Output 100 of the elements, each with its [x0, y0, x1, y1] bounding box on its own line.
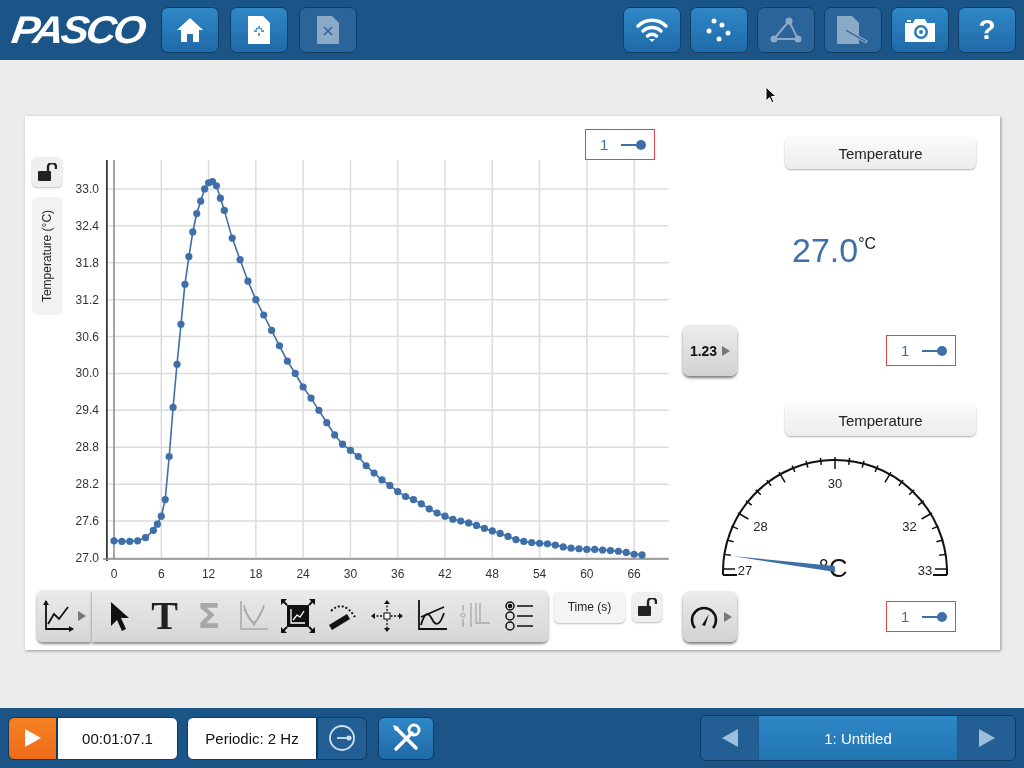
data-point: [216, 194, 224, 202]
toolbar-button[interactable]: ?: [958, 7, 1016, 53]
new-file-icon: [247, 15, 272, 45]
measurement-button[interactable]: Temperature: [785, 404, 976, 436]
data-point: [189, 228, 197, 236]
edit-file-icon: [836, 15, 870, 45]
data-point: [193, 209, 201, 218]
previous-page-button[interactable]: [701, 716, 758, 760]
data-point: [244, 277, 252, 285]
data-point: [181, 280, 189, 288]
data-point: [409, 495, 418, 504]
tools-button[interactable]: [378, 716, 434, 760]
y-tick-label: 29.4: [75, 403, 99, 418]
toolbar-button[interactable]: [891, 7, 949, 53]
x-tick-label: 54: [532, 567, 547, 581]
wrench-screwdriver-icon: [391, 723, 421, 753]
toolbar-button[interactable]: [690, 7, 748, 53]
x-tick-label: 60: [580, 567, 594, 581]
wifi-icon: [635, 17, 669, 43]
elapsed-time: 00:01:07.1: [57, 716, 178, 760]
x-tick-label: 24: [296, 567, 310, 581]
axis-lock-button[interactable]: [632, 592, 662, 622]
triangle-icon: [769, 16, 803, 44]
dots-icon: [705, 17, 733, 43]
line-marker-icon: [921, 610, 949, 623]
data-point: [177, 320, 185, 328]
toolbar-button[interactable]: [623, 7, 681, 53]
sampling-rate-button[interactable]: Periodic: 2 Hz: [187, 716, 317, 760]
data-point: [299, 383, 307, 391]
gauge-tick-label: 33: [917, 563, 933, 578]
data-point: [252, 296, 260, 304]
x-tick-label: 18: [249, 567, 263, 581]
legend-label: 1: [901, 608, 910, 625]
tool-button[interactable]: [278, 596, 317, 636]
sampling-options-button[interactable]: [317, 716, 367, 760]
data-point: [236, 256, 244, 264]
tool-button[interactable]: T: [145, 596, 184, 636]
display-type-button[interactable]: [683, 591, 737, 642]
line-marker-icon: [620, 138, 648, 151]
left-arrow-icon: [721, 729, 738, 747]
y-axis-button[interactable]: Temperature (°C): [32, 197, 62, 315]
x-tick-label: 6: [157, 567, 165, 581]
legend-label: 1: [901, 342, 910, 359]
y-tick-label: 28.2: [75, 477, 99, 492]
y-tick-label: 31.2: [75, 292, 99, 307]
data-point: [169, 403, 177, 411]
digits-value: 27.0: [792, 231, 859, 270]
y-tick-label: 27.0: [75, 551, 99, 565]
line-marker-icon: [921, 344, 949, 357]
y-tick-label: 27.6: [75, 514, 99, 529]
gauge-tick-label: 27: [737, 563, 753, 578]
x-axis-button[interactable]: Time (s): [554, 591, 625, 623]
cursor-icon: [765, 86, 777, 104]
scale-to-fit-icon: [280, 599, 315, 633]
x-tick-label: 42: [438, 567, 452, 581]
data-point: [228, 234, 236, 242]
caret-icon: [722, 345, 731, 356]
data-point: [197, 197, 205, 205]
data-point: [315, 406, 323, 414]
next-page-button[interactable]: [958, 716, 1015, 760]
logo: PASCO: [9, 10, 146, 50]
toolbar-button[interactable]: [161, 7, 220, 53]
legend-label: 1: [600, 136, 609, 153]
x-tick-label: 30: [343, 567, 358, 581]
legend-box[interactable]: 1: [585, 129, 655, 160]
graph-icon: [42, 600, 74, 632]
delete-file-icon: [316, 15, 341, 45]
x-tick-label: 66: [627, 567, 641, 581]
data-point: [161, 495, 169, 504]
data-point: [185, 253, 193, 261]
caret-icon: [723, 611, 732, 622]
page-title-button[interactable]: 1: Untitled: [758, 716, 958, 760]
y-tick-label: 30.0: [75, 366, 99, 381]
gauge-tick-label: 30: [827, 476, 843, 491]
camera-icon: [904, 17, 936, 43]
data-point: [307, 394, 315, 402]
y-tick-label: 28.8: [75, 440, 99, 455]
data-point: [268, 326, 276, 334]
unlock-icon: [637, 598, 657, 616]
data-point: [283, 357, 291, 365]
unlock-icon: [37, 163, 57, 181]
axis-lock-button[interactable]: [32, 157, 62, 187]
legend-box[interactable]: 1: [886, 601, 956, 632]
home-icon: [176, 17, 205, 43]
gauge-tick-label: 28: [753, 519, 768, 534]
graph-type-button[interactable]: [37, 590, 91, 642]
y-tick-label: 31.8: [75, 255, 99, 270]
digits-unit: °C: [858, 235, 877, 253]
display-type-button[interactable]: 1.23: [683, 325, 737, 376]
y-tick-label: 32.4: [75, 218, 99, 233]
play-button[interactable]: [8, 716, 57, 760]
data-point: [291, 369, 299, 378]
legend-box[interactable]: 1: [886, 335, 956, 366]
play-icon: [24, 729, 41, 747]
coordinates-icon: [369, 599, 404, 633]
measurement-button[interactable]: Temperature: [785, 137, 976, 169]
sampling-icon: [328, 724, 356, 752]
x-tick-label: 36: [391, 567, 405, 581]
toolbar-button[interactable]: [230, 7, 289, 53]
gauge-tick-label: 32: [902, 519, 917, 534]
